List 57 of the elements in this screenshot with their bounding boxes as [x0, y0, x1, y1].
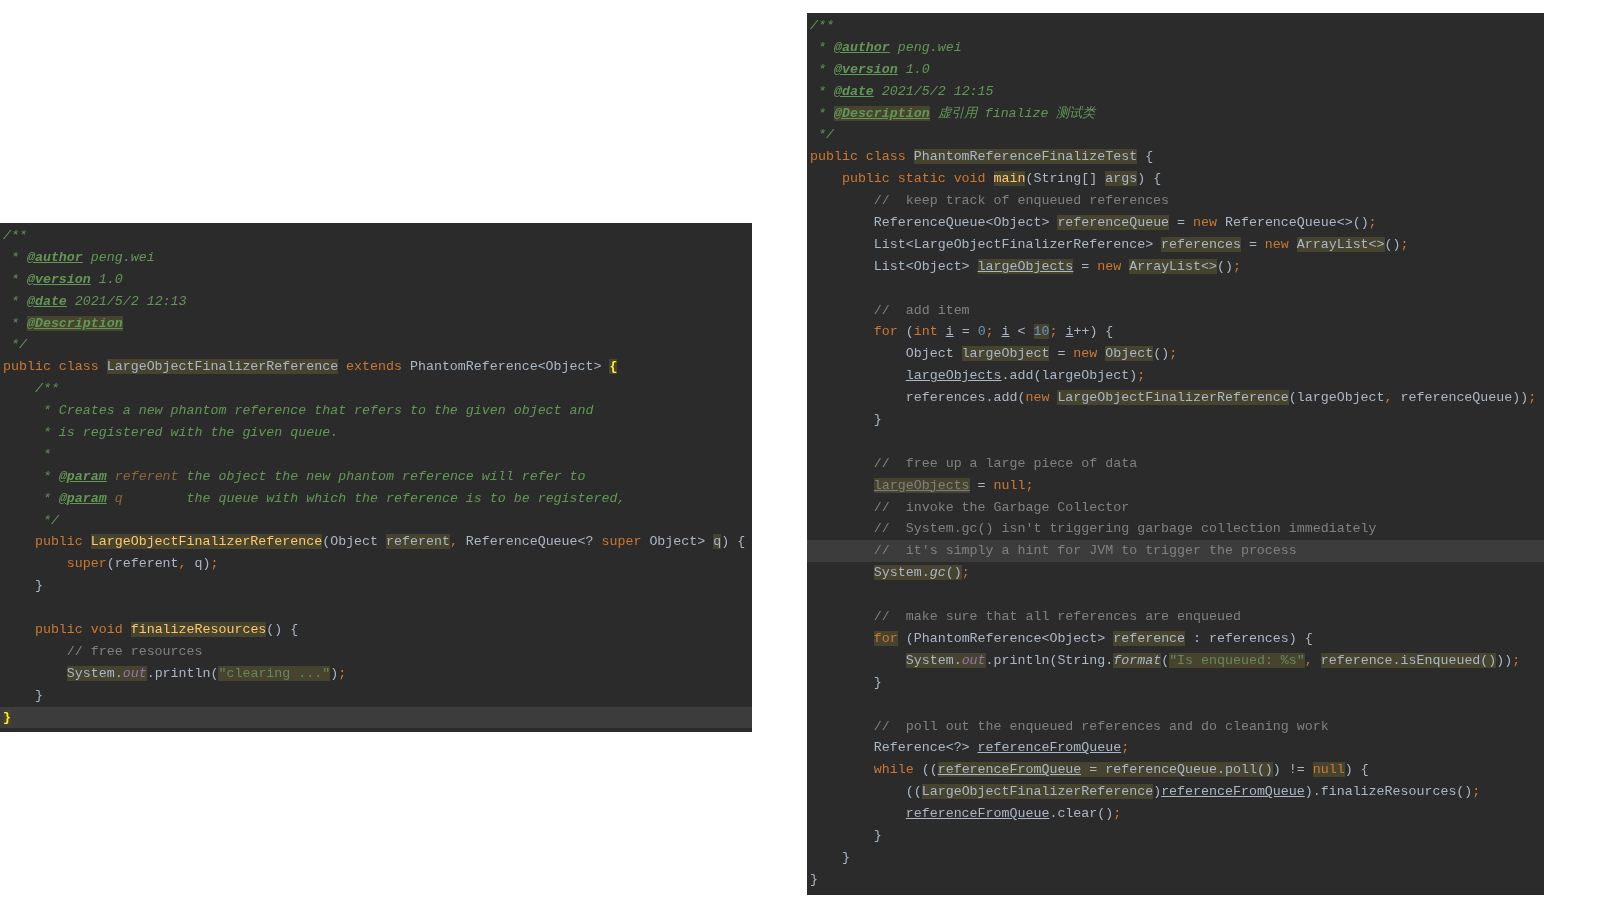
code-line: */ [818, 126, 834, 145]
code-line: // System.gc() isn't triggering garbage collection immediately [873, 520, 1377, 539]
code-line: } [873, 826, 882, 845]
code-line: System.out.println(String.format("Is enqueued: %s", reference.isEnqueued())); [905, 651, 1521, 670]
code-line: List<Object> largeObjects = new ArrayList<>(); [873, 257, 1241, 276]
code-line: ReferenceQueue<Object> referenceQueue = new ReferenceQueue<>(); [873, 214, 1377, 233]
code-line: public LargeObjectFinalizerReference(Object referent, ReferenceQueue<? super Object> q) { [34, 533, 746, 552]
code-line: for (PhantomReference<Object> reference : references) { [873, 629, 1313, 648]
code-line: * @Description [11, 314, 123, 333]
code-line: largeObjects.add(largeObject); [905, 367, 1146, 386]
code-line: public class PhantomReferenceFinalizeTest { [810, 148, 1154, 167]
code-line: * @author peng.wei [11, 248, 155, 267]
code-line: * @param q the queue with which the reference is to be registered, [42, 489, 626, 508]
code-line: } [873, 411, 882, 430]
code-line: * @date 2021/5/2 12:13 [11, 292, 187, 311]
code-line: // free up a large piece of data [873, 454, 1138, 473]
code-line: while ((referenceFromQueue = referenceQueue.poll()) != null) { [873, 761, 1369, 780]
code-line: // poll out the enqueued references and do cleaning work [873, 717, 1329, 736]
code-line: // invoke the Garbage Collector [873, 498, 1130, 517]
code-line: largeObjects = null; [873, 476, 1034, 495]
code-line: Reference<?> referenceFromQueue; [873, 739, 1130, 758]
code-line: public class LargeObjectFinalizerReference extends PhantomReference<Object> { [3, 358, 618, 377]
code-line: } [34, 577, 43, 596]
code-line: // it's simply a hint for JVM to trigger the process [873, 542, 1297, 561]
code-line: * Creates a new phantom reference that refers to the given object and [42, 402, 594, 421]
code-line: // make sure that all references are enqueued [873, 608, 1241, 627]
code-line: super(referent, q); [66, 555, 219, 574]
code-line: public void finalizeResources() { [34, 621, 299, 640]
code-line: System.out.println("clearing ..."); [66, 664, 347, 683]
code-line: * @author peng.wei [818, 38, 962, 57]
code-line: public static void main(String[] args) { [841, 170, 1162, 189]
code-line: } [841, 848, 850, 867]
code-line: ((LargeObjectFinalizerReference)referenceFromQueue).finalizeResources(); [905, 783, 1481, 802]
code-line: for (int i = 0; i < 10; i++) { [873, 323, 1114, 342]
code-line: */ [42, 511, 59, 530]
code-line: /** [810, 17, 834, 35]
code-line: } [810, 870, 818, 889]
code-line: referenceFromQueue.clear(); [905, 805, 1122, 824]
code-line: /** [34, 380, 59, 399]
code-line: * @date 2021/5/2 12:15 [818, 82, 994, 101]
code-line: /** [3, 227, 27, 245]
code-line: */ [11, 336, 27, 355]
code-line: List<LargeObjectFinalizerReference> references = new ArrayList<>(); [873, 235, 1409, 254]
code-line: * @Description 虚引用 finalize 测试类 [818, 104, 1096, 123]
code-line: } [34, 686, 43, 705]
code-line: * is registered with the given queue. [42, 424, 339, 442]
code-line: // keep track of enqueued references [873, 192, 1170, 211]
code-line: // add item [873, 301, 970, 320]
code-line: } [873, 673, 882, 692]
code-line: * @version 1.0 [11, 270, 123, 289]
code-line: references.add(new LargeObjectFinalizerReference(largeObject, referenceQueue)); [905, 389, 1537, 408]
code-line: * @version 1.0 [818, 60, 930, 79]
code-line: // free resources [66, 642, 203, 661]
code-line: Object largeObject = new Object(); [905, 345, 1178, 364]
code-line: * [42, 445, 51, 464]
code-line: * @param referent the object the new phantom reference will refer to [42, 467, 586, 486]
code-line: System.gc(); [873, 564, 970, 583]
